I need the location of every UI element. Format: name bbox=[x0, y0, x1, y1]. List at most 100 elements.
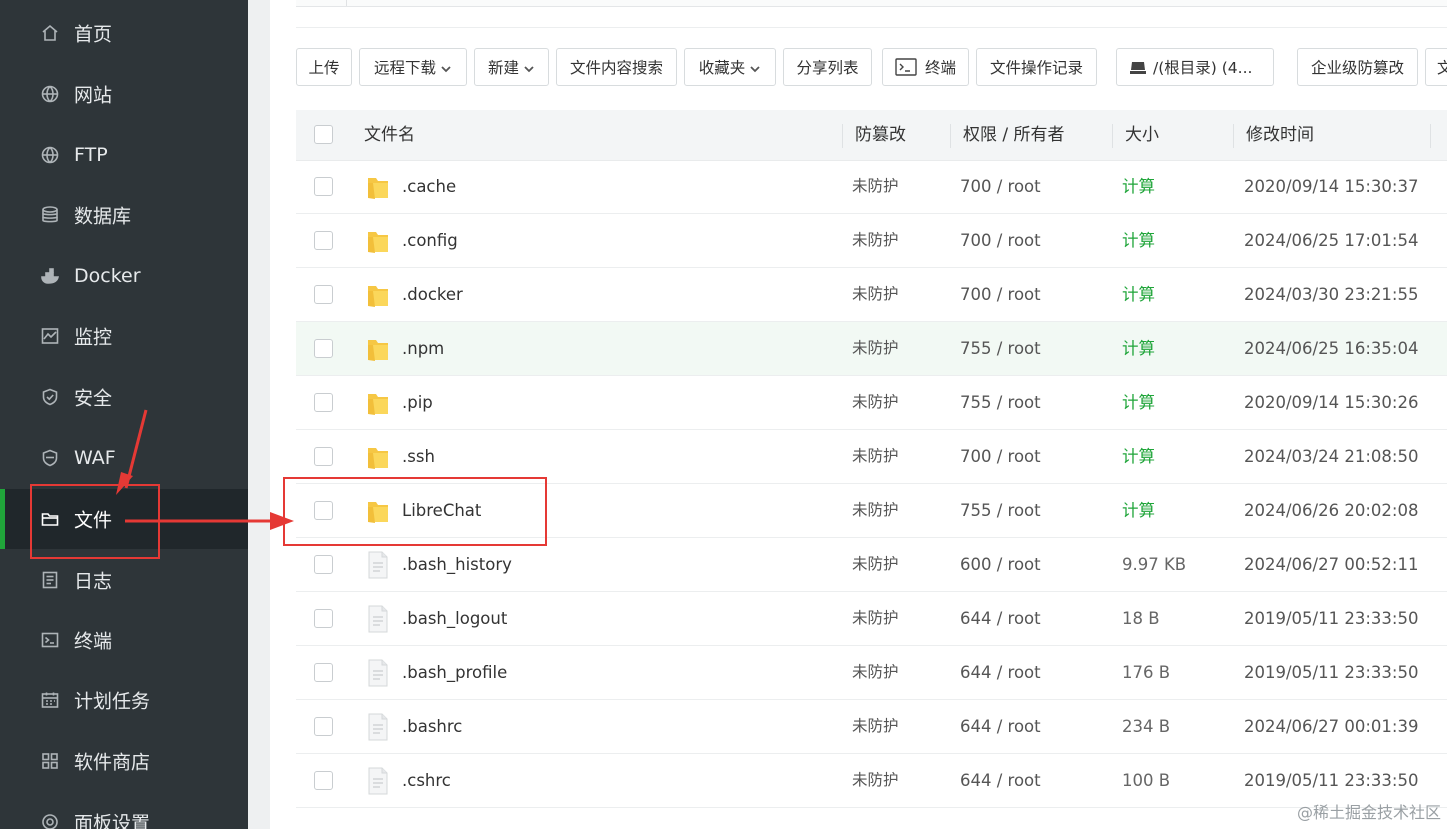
table-row-partial[interactable] bbox=[296, 808, 1447, 829]
header-perm[interactable]: 权限 / 所有者 bbox=[963, 110, 1065, 160]
upload-button[interactable]: 上传 bbox=[296, 48, 352, 86]
header-size[interactable]: 大小 bbox=[1125, 110, 1159, 160]
sidebar-item-2[interactable]: FTP bbox=[0, 125, 248, 185]
terminal-icon bbox=[39, 629, 61, 651]
table-row[interactable]: .npm 未防护 755 / root 计算 2024/06/25 16:35:04 bbox=[296, 322, 1447, 376]
size-value[interactable]: 计算 bbox=[1122, 268, 1155, 321]
size-value[interactable]: 计算 bbox=[1122, 322, 1155, 375]
table-row[interactable]: .cache 未防护 700 / root 计算 2020/09/14 15:30:37 bbox=[296, 160, 1447, 214]
file-name-link[interactable]: .bashrc bbox=[402, 700, 462, 753]
sidebar-item-10[interactable]: 终端 bbox=[0, 610, 248, 670]
protect-status[interactable]: 未防护 bbox=[852, 592, 899, 645]
mtime-value: 2019/05/11 23:33:50 bbox=[1244, 609, 1419, 628]
row-checkbox[interactable] bbox=[314, 231, 333, 250]
row-checkbox[interactable] bbox=[314, 393, 333, 412]
table-row[interactable]: .pip 未防护 755 / root 计算 2020/09/14 15:30:26 bbox=[296, 376, 1447, 430]
remote-download-button[interactable]: 远程下载 bbox=[359, 48, 467, 86]
table-row[interactable]: .bash_logout 未防护 644 / root 18 B 2019/05/11 … bbox=[296, 592, 1447, 646]
permission-link[interactable]: 755 / root bbox=[960, 376, 1041, 429]
file-name-link[interactable]: .ssh bbox=[402, 430, 435, 483]
permission-link[interactable]: 644 / root bbox=[960, 700, 1041, 753]
tab-cap[interactable] bbox=[296, 0, 347, 6]
table-row[interactable]: .bash_profile 未防护 644 / root 176 B 2019/05/1… bbox=[296, 646, 1447, 700]
file-name-link[interactable]: .npm bbox=[402, 322, 444, 375]
file-name-link[interactable]: .pip bbox=[402, 376, 433, 429]
row-checkbox[interactable] bbox=[314, 771, 333, 790]
row-checkbox[interactable] bbox=[314, 177, 333, 196]
permission-link[interactable]: 755 / root bbox=[960, 322, 1041, 375]
permission-link[interactable]: 700 / root bbox=[960, 214, 1041, 267]
protect-status[interactable]: 未防护 bbox=[852, 268, 899, 321]
sidebar-item-13[interactable]: 面板设置 bbox=[0, 792, 248, 829]
size-value: 100 B bbox=[1122, 771, 1171, 790]
protect-status[interactable]: 未防护 bbox=[852, 430, 899, 483]
protect-status[interactable]: 未防护 bbox=[852, 322, 899, 375]
sidebar-item-6[interactable]: 安全 bbox=[0, 367, 248, 427]
content-search-button[interactable]: 文件内容搜索 bbox=[556, 48, 677, 86]
header-name[interactable]: 文件名 bbox=[364, 110, 415, 160]
row-checkbox[interactable] bbox=[314, 339, 333, 358]
size-value[interactable]: 计算 bbox=[1122, 484, 1155, 537]
header-protect[interactable]: 防篡改 bbox=[855, 110, 906, 160]
file-name-link[interactable]: .config bbox=[402, 214, 458, 267]
more-button-cut[interactable]: 文 bbox=[1425, 48, 1447, 86]
upload-label: 上传 bbox=[308, 59, 340, 77]
permission-link[interactable]: 644 / root bbox=[960, 754, 1041, 807]
protect-status[interactable]: 未防护 bbox=[852, 484, 899, 537]
file-name-link[interactable]: .cshrc bbox=[402, 754, 451, 807]
file-name-link[interactable]: .docker bbox=[402, 268, 463, 321]
protect-status[interactable]: 未防护 bbox=[852, 538, 899, 591]
select-all-checkbox[interactable] bbox=[314, 125, 333, 144]
file-name-link[interactable]: .bash_profile bbox=[402, 646, 507, 699]
operation-log-button[interactable]: 文件操作记录 bbox=[976, 48, 1097, 86]
permission-link[interactable]: 700 / root bbox=[960, 268, 1041, 321]
size-value[interactable]: 计算 bbox=[1122, 376, 1155, 429]
row-checkbox[interactable] bbox=[314, 609, 333, 628]
protect-status[interactable]: 未防护 bbox=[852, 376, 899, 429]
table-row[interactable]: .bashrc 未防护 644 / root 234 B 2024/06/27 00:0… bbox=[296, 700, 1447, 754]
size-value[interactable]: 计算 bbox=[1122, 160, 1155, 213]
permission-link[interactable]: 755 / root bbox=[960, 484, 1041, 537]
sidebar-item-3[interactable]: 数据库 bbox=[0, 185, 248, 245]
row-checkbox[interactable] bbox=[314, 555, 333, 574]
file-name-link[interactable]: .bash_logout bbox=[402, 592, 507, 645]
sidebar-item-11[interactable]: 计划任务 bbox=[0, 670, 248, 730]
permission-link[interactable]: 700 / root bbox=[960, 160, 1041, 213]
protect-status[interactable]: 未防护 bbox=[852, 700, 899, 753]
row-checkbox[interactable] bbox=[314, 663, 333, 682]
header-mtime[interactable]: 修改时间 bbox=[1246, 110, 1314, 160]
protect-status[interactable]: 未防护 bbox=[852, 160, 899, 213]
table-row[interactable]: .config 未防护 700 / root 计算 2024/06/25 17:01:5… bbox=[296, 214, 1447, 268]
path-selector[interactable]: /(根目录) (4... bbox=[1116, 48, 1274, 86]
table-row[interactable]: .docker 未防护 700 / root 计算 2024/03/30 23:21:5… bbox=[296, 268, 1447, 322]
watermark: @稀土掘金技术社区 bbox=[1296, 803, 1441, 822]
permission-link[interactable]: 644 / root bbox=[960, 646, 1041, 699]
row-checkbox[interactable] bbox=[314, 447, 333, 466]
sidebar-item-0[interactable]: 首页 bbox=[0, 3, 248, 63]
protect-status[interactable]: 未防护 bbox=[852, 754, 899, 807]
sidebar-item-5[interactable]: 监控 bbox=[0, 306, 248, 366]
row-checkbox[interactable] bbox=[314, 717, 333, 736]
sidebar-item-9[interactable]: 日志 bbox=[0, 550, 248, 610]
file-name-link[interactable]: .cache bbox=[402, 160, 456, 213]
protect-status[interactable]: 未防护 bbox=[852, 646, 899, 699]
new-button[interactable]: 新建 bbox=[474, 48, 549, 86]
protect-status[interactable]: 未防护 bbox=[852, 214, 899, 267]
sidebar-item-4[interactable]: Docker bbox=[0, 246, 248, 306]
terminal-button[interactable]: 终端 bbox=[882, 48, 969, 86]
sidebar-item-12[interactable]: 软件商店 bbox=[0, 731, 248, 791]
permission-link[interactable]: 644 / root bbox=[960, 592, 1041, 645]
size-value[interactable]: 计算 bbox=[1122, 430, 1155, 483]
row-checkbox[interactable] bbox=[314, 285, 333, 304]
sidebar-item-1[interactable]: 网站 bbox=[0, 64, 248, 124]
share-list-button[interactable]: 分享列表 bbox=[783, 48, 872, 86]
tamper-proof-button[interactable]: 企业级防篡改 bbox=[1297, 48, 1418, 86]
sidebar-item-7[interactable]: WAF bbox=[0, 428, 248, 488]
size-value[interactable]: 计算 bbox=[1122, 214, 1155, 267]
permission-link[interactable]: 600 / root bbox=[960, 538, 1041, 591]
permission-link[interactable]: 700 / root bbox=[960, 430, 1041, 483]
table-row[interactable]: .cshrc 未防护 644 / root 100 B 2019/05/11 23:33… bbox=[296, 754, 1447, 808]
favorites-button[interactable]: 收藏夹 bbox=[684, 48, 776, 86]
table-row[interactable]: .bash_history 未防护 600 / root 9.97 KB 2024/06… bbox=[296, 538, 1447, 592]
table-row[interactable]: .ssh 未防护 700 / root 计算 2024/03/24 21:08:50 bbox=[296, 430, 1447, 484]
